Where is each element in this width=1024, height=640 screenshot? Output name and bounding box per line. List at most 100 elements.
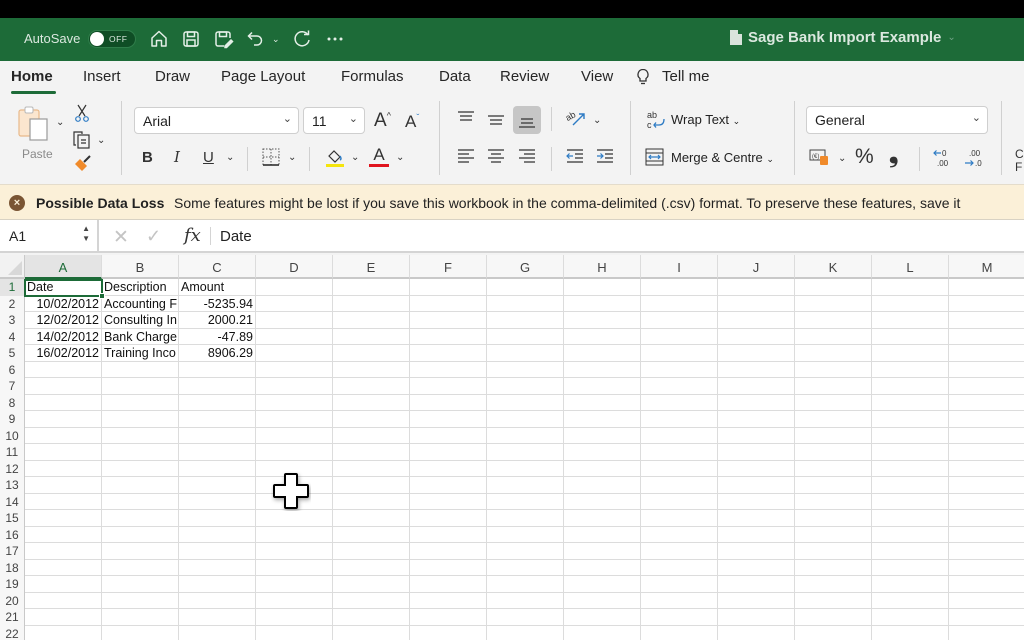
cell-c4[interactable]: -47.89 — [179, 328, 256, 345]
cell-e22[interactable] — [333, 625, 410, 640]
cell-f11[interactable] — [410, 444, 487, 461]
cell-g6[interactable] — [487, 361, 564, 378]
cell-j6[interactable] — [718, 361, 795, 378]
cell-a14[interactable] — [25, 493, 102, 510]
cell-e5[interactable] — [333, 345, 410, 362]
row-header-18[interactable]: 18 — [0, 559, 25, 576]
underline-options-chevron-icon[interactable]: ⌄ — [226, 152, 234, 163]
row-header-17[interactable]: 17 — [0, 543, 25, 560]
cell-d1[interactable] — [256, 279, 333, 296]
cell-m10[interactable] — [949, 428, 1024, 444]
cell-c13[interactable] — [179, 477, 256, 494]
select-all-corner[interactable] — [0, 255, 25, 279]
cell-a17[interactable] — [25, 543, 102, 560]
column-header-d[interactable]: D — [256, 255, 333, 279]
cell-e12[interactable] — [333, 460, 410, 477]
tab-review[interactable]: Review — [500, 68, 549, 85]
cell-j18[interactable] — [718, 559, 795, 576]
cell-a16[interactable] — [25, 526, 102, 543]
cell-m2[interactable] — [949, 296, 1024, 312]
cell-m9[interactable] — [949, 411, 1024, 428]
row-header-15[interactable]: 15 — [0, 510, 25, 527]
row-header-13[interactable]: 13 — [0, 477, 25, 494]
accounting-format-icon[interactable]: (€) — [809, 148, 831, 166]
column-header-k[interactable]: K — [795, 255, 872, 279]
column-header-m[interactable]: M — [949, 255, 1024, 279]
row-header-22[interactable]: 22 — [0, 625, 25, 640]
cell-g8[interactable] — [487, 394, 564, 411]
cell-g22[interactable] — [487, 625, 564, 640]
row-header-9[interactable]: 9 — [0, 411, 25, 428]
cell-f15[interactable] — [410, 510, 487, 527]
spreadsheet-grid[interactable]: A B C D E F G H I J K L M 1 Date Description Amount 2 10/0… — [0, 255, 1024, 640]
cell-g2[interactable] — [487, 295, 564, 312]
cell-m6[interactable] — [949, 362, 1024, 378]
cell-m13[interactable] — [949, 477, 1024, 494]
cell-m22[interactable] — [949, 626, 1024, 640]
tab-data[interactable]: Data — [439, 68, 471, 85]
cell-g1[interactable] — [487, 279, 564, 296]
cancel-icon[interactable]: ✕ — [113, 226, 129, 249]
cell-d2[interactable] — [256, 295, 333, 312]
cell-e9[interactable] — [333, 411, 410, 428]
conditional-formatting-label-partial[interactable]: C — [1015, 148, 1024, 160]
cell-e3[interactable] — [333, 312, 410, 329]
cell-e7[interactable] — [333, 378, 410, 395]
cell-m12[interactable] — [949, 461, 1024, 477]
cell-b7[interactable] — [102, 378, 179, 395]
name-box[interactable]: A1 ▲ ▼ — [0, 220, 99, 251]
cell-i1[interactable] — [641, 279, 718, 296]
tab-home[interactable]: Home — [11, 68, 53, 85]
cell-k6[interactable] — [795, 361, 872, 378]
insert-function-icon[interactable]: fx — [184, 225, 201, 246]
cell-b10[interactable] — [102, 427, 179, 444]
cell-f20[interactable] — [410, 592, 487, 609]
cell-i2[interactable] — [641, 295, 718, 312]
cell-a22[interactable] — [25, 625, 102, 640]
cell-h4[interactable] — [564, 328, 641, 345]
cell-i16[interactable] — [641, 526, 718, 543]
cell-l4[interactable] — [872, 328, 949, 345]
cell-f18[interactable] — [410, 559, 487, 576]
cell-k15[interactable] — [795, 510, 872, 527]
cell-k13[interactable] — [795, 477, 872, 494]
cell-d8[interactable] — [256, 394, 333, 411]
cell-b16[interactable] — [102, 526, 179, 543]
cell-f2[interactable] — [410, 295, 487, 312]
cell-j11[interactable] — [718, 444, 795, 461]
cell-f7[interactable] — [410, 378, 487, 395]
cell-a12[interactable] — [25, 460, 102, 477]
cell-m14[interactable] — [949, 494, 1024, 510]
font-color-button[interactable]: A — [369, 146, 389, 167]
cell-b17[interactable] — [102, 543, 179, 560]
cell-c17[interactable] — [179, 543, 256, 560]
copy-icon[interactable] — [72, 129, 92, 151]
undo-icon[interactable] — [244, 28, 266, 50]
cell-i4[interactable] — [641, 328, 718, 345]
cell-e13[interactable] — [333, 477, 410, 494]
cell-h18[interactable] — [564, 559, 641, 576]
cell-c22[interactable] — [179, 625, 256, 640]
autosave-toggle[interactable]: OFF — [88, 30, 136, 48]
cell-a3[interactable]: 12/02/2012 — [25, 312, 102, 329]
cell-l9[interactable] — [872, 411, 949, 428]
cell-l14[interactable] — [872, 493, 949, 510]
cell-f9[interactable] — [410, 411, 487, 428]
cell-i7[interactable] — [641, 378, 718, 395]
cell-k5[interactable] — [795, 345, 872, 362]
document-title[interactable]: Sage Bank Import Example ⌄ — [730, 29, 956, 46]
cell-i5[interactable] — [641, 345, 718, 362]
cell-j12[interactable] — [718, 460, 795, 477]
cell-g11[interactable] — [487, 444, 564, 461]
cell-e15[interactable] — [333, 510, 410, 527]
cell-g7[interactable] — [487, 378, 564, 395]
cell-b18[interactable] — [102, 559, 179, 576]
conditional-formatting-label-partial-2[interactable]: F — [1015, 161, 1022, 173]
cell-j5[interactable] — [718, 345, 795, 362]
cell-f8[interactable] — [410, 394, 487, 411]
cell-g13[interactable] — [487, 477, 564, 494]
cell-a13[interactable] — [25, 477, 102, 494]
cell-h22[interactable] — [564, 625, 641, 640]
row-header-11[interactable]: 11 — [0, 444, 25, 461]
cell-i17[interactable] — [641, 543, 718, 560]
